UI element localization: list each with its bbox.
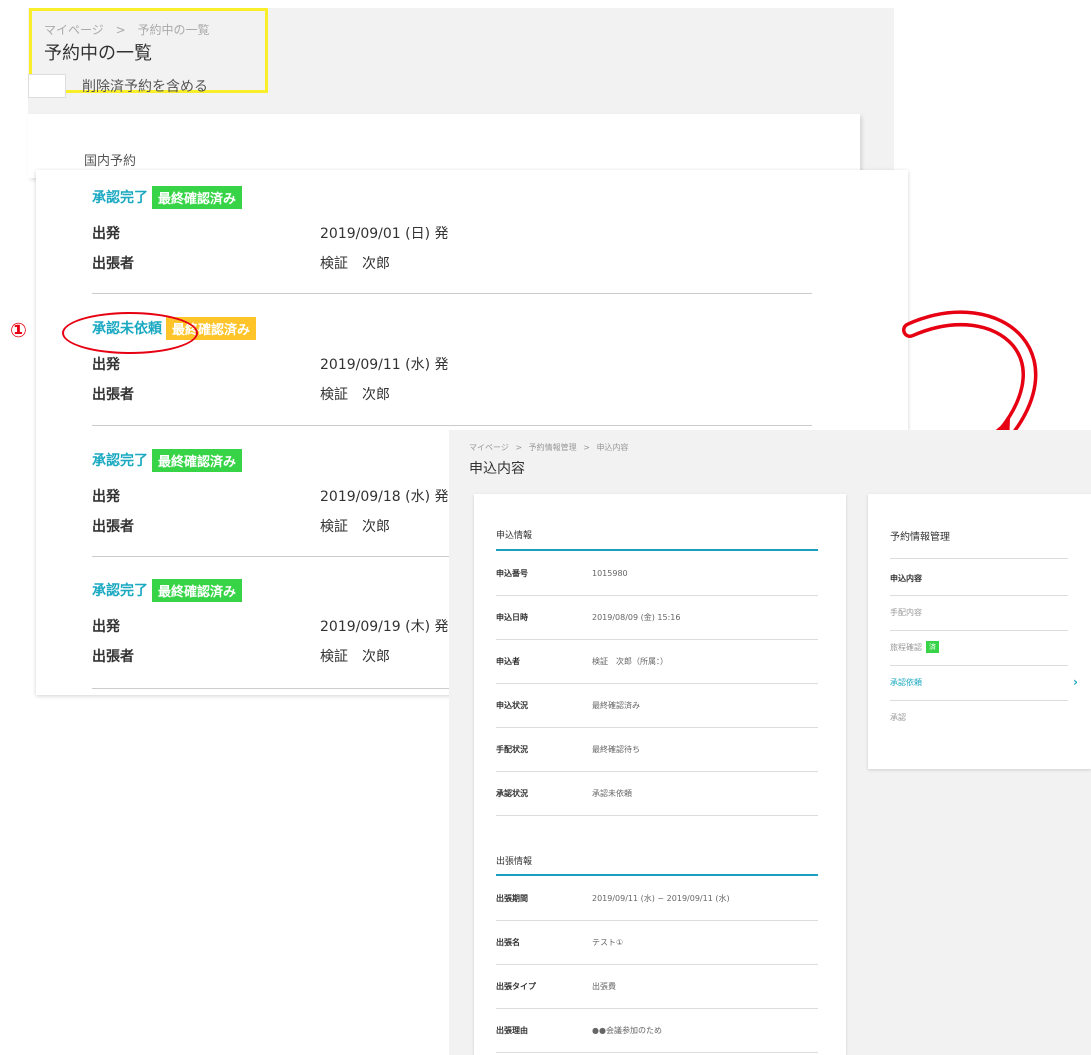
side-item-approval-request[interactable]: 承認依頼 › — [890, 672, 1078, 692]
detail-value: ●●会議参加のため — [592, 1026, 662, 1035]
side-divider — [890, 700, 1068, 701]
side-menu-title: 予約情報管理 — [890, 532, 950, 543]
domestic-reservations-card-header: 国内予約 — [28, 114, 860, 178]
detail-row: 承認状況 承認未依頼 — [496, 772, 818, 816]
detail-row: 手配状況 最終確認待ち — [496, 728, 818, 772]
approval-status[interactable]: 承認完了 — [92, 580, 148, 600]
detail-key: 申込状況 — [496, 701, 528, 710]
departure-label: 出発 — [92, 357, 120, 373]
reservation-management-menu: 予約情報管理 申込内容 手配内容 旅程確認済 承認依頼 › 承認 — [868, 494, 1091, 769]
traveler-label: 出張者 — [92, 256, 134, 272]
detail-key: 手配状況 — [496, 745, 528, 754]
side-item-label: 承認依頼 — [890, 677, 922, 687]
traveler-label: 出張者 — [92, 649, 134, 665]
side-item-arrangement[interactable]: 手配内容 — [890, 602, 1068, 622]
confirm-badge: 最終確認済み — [152, 185, 243, 209]
application-detail-card: 申込情報 申込番号 1015980 申込日時 2019/08/09 (金) 15:1… — [474, 494, 846, 1055]
traveler-value: 検証 次郎 — [320, 519, 390, 535]
chevron-right-icon: › — [1073, 675, 1078, 689]
side-divider — [890, 630, 1068, 631]
confirm-badge: 最終確認済み — [152, 578, 243, 602]
departure-value: 2019/09/11 (水) 発 — [320, 357, 449, 373]
group-underline — [496, 549, 818, 551]
departure-value: 2019/09/01 (日) 発 — [320, 226, 449, 242]
detail-row: 出張名 テスト① — [496, 921, 818, 965]
traveler-label: 出張者 — [92, 387, 134, 403]
trip-info-title: 出張情報 — [496, 857, 533, 867]
page-title: 予約中の一覧 — [44, 43, 152, 64]
departure-label: 出発 — [92, 226, 120, 242]
detail-key: 出張タイプ — [496, 982, 536, 991]
detail-key: 承認状況 — [496, 789, 528, 798]
reservation-item[interactable]: 承認未依頼 最終確認済み 出発 2019/09/11 (水) 発 出張者 検証 次郎 — [92, 316, 812, 409]
breadcrumb-mypage[interactable]: マイページ — [44, 23, 104, 37]
approval-status[interactable]: 承認完了 — [92, 187, 148, 207]
side-divider — [890, 558, 1068, 559]
detail-key: 出張期間 — [496, 894, 528, 903]
detail-breadcrumb-separator: > — [583, 443, 590, 452]
detail-row: 出張タイプ 出張費 — [496, 965, 818, 1009]
detail-value: 最終確認待ち — [592, 745, 640, 754]
confirm-badge: 最終確認済み — [152, 448, 243, 472]
detail-key: 出張名 — [496, 938, 520, 947]
detail-value: 出張費 — [592, 982, 616, 991]
side-divider — [890, 665, 1068, 666]
departure-value: 2019/09/19 (木) 発 — [320, 619, 449, 635]
side-item-label: 承認 — [890, 712, 906, 722]
detail-key: 申込番号 — [496, 569, 528, 578]
side-item-label: 手配内容 — [890, 607, 922, 617]
departure-label: 出発 — [92, 619, 120, 635]
reservation-item[interactable]: 承認完了 最終確認済み 出発 2019/09/01 (日) 発 出張者 検証 次郎 — [92, 185, 812, 278]
detail-row: 出張理由 ●●会議参加のため — [496, 1009, 818, 1053]
detail-breadcrumb-management[interactable]: 予約情報管理 — [529, 443, 577, 452]
side-item-approval[interactable]: 承認 — [890, 707, 1068, 727]
annotation-oval — [62, 312, 198, 354]
detail-key: 申込者 — [496, 657, 520, 666]
include-deleted-toggle[interactable] — [28, 74, 66, 98]
detail-row: 申込状況 最終確認済み — [496, 684, 818, 728]
departure-value: 2019/09/18 (水) 発 — [320, 489, 449, 505]
detail-breadcrumb-separator: > — [515, 443, 523, 452]
list-divider — [92, 293, 812, 294]
detail-value: 承認未依頼 — [592, 789, 632, 798]
detail-row: 申込番号 1015980 — [496, 552, 818, 596]
side-item-label: 旅程確認 — [890, 642, 922, 652]
traveler-value: 検証 次郎 — [320, 256, 390, 272]
list-divider — [92, 425, 812, 426]
approval-status[interactable]: 承認完了 — [92, 450, 148, 470]
detail-breadcrumb-current: 申込内容 — [596, 443, 629, 452]
detail-value: テスト① — [592, 938, 624, 947]
departure-label: 出発 — [92, 489, 120, 505]
side-item-label: 申込内容 — [890, 573, 922, 583]
breadcrumb: マイページ > 予約中の一覧 — [44, 21, 218, 38]
group-underline — [496, 874, 818, 876]
side-item-application[interactable]: 申込内容 — [890, 568, 1068, 588]
application-info-title: 申込情報 — [496, 531, 533, 541]
traveler-value: 検証 次郎 — [320, 649, 390, 665]
section-label-domestic: 国内予約 — [84, 154, 137, 169]
detail-page-title: 申込内容 — [469, 461, 525, 477]
detail-row: 申込者 検証 次郎（所属：） — [496, 640, 818, 684]
detail-row: 申込日時 2019/08/09 (金) 15:16 — [496, 596, 818, 640]
detail-value: 検証 次郎（所属：） — [592, 657, 668, 666]
detail-value: 1015980 — [592, 569, 628, 578]
side-item-itinerary[interactable]: 旅程確認済 — [890, 637, 1068, 657]
breadcrumb-separator: > — [115, 23, 126, 37]
detail-breadcrumb: マイページ > 予約情報管理 > 申込内容 — [469, 442, 632, 453]
breadcrumb-current: 予約中の一覧 — [137, 23, 210, 37]
detail-value: 最終確認済み — [592, 701, 640, 710]
detail-breadcrumb-mypage[interactable]: マイページ — [469, 443, 509, 452]
include-deleted-label: 削除済予約を含める — [82, 79, 208, 95]
done-badge: 済 — [926, 641, 939, 653]
side-divider — [890, 595, 1068, 596]
traveler-value: 検証 次郎 — [320, 387, 390, 403]
detail-value: 2019/08/09 (金) 15:16 — [592, 613, 681, 622]
include-deleted-toggle-row: 削除済予約を含める — [28, 74, 208, 98]
traveler-label: 出張者 — [92, 519, 134, 535]
detail-key: 出張理由 — [496, 1026, 528, 1035]
detail-value: 2019/09/11 (水) ~ 2019/09/11 (水) — [592, 894, 730, 903]
detail-row: 出張期間 2019/09/11 (水) ~ 2019/09/11 (水) — [496, 877, 818, 921]
detail-key: 申込日時 — [496, 613, 528, 622]
annotation-number: ① — [10, 318, 27, 342]
